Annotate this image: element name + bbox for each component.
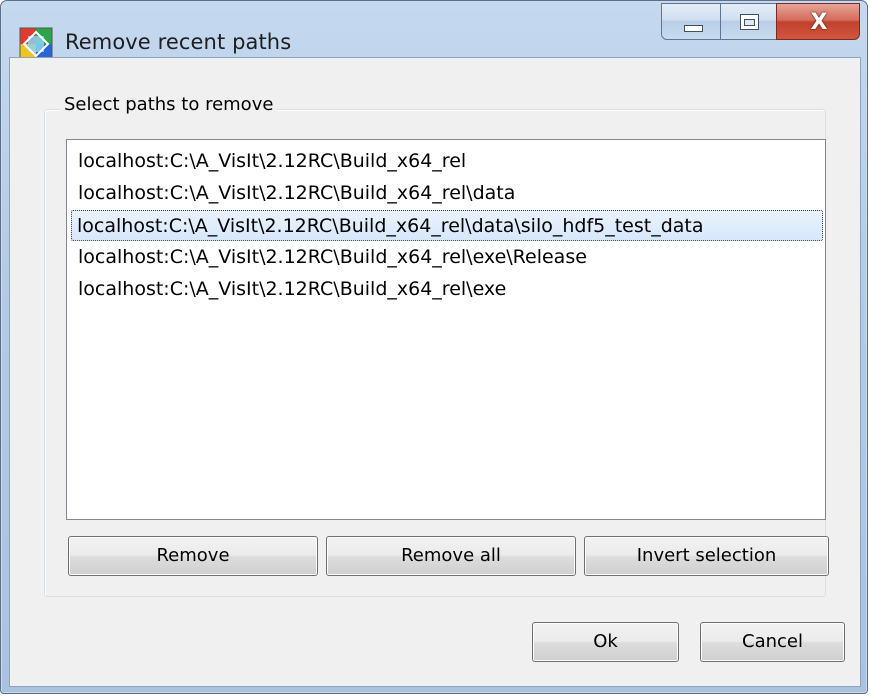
window-title: Remove recent paths bbox=[65, 30, 292, 54]
list-item[interactable]: localhost:C:\A_VisIt\2.12RC\Build_x64_re… bbox=[73, 146, 471, 177]
maximize-icon bbox=[740, 14, 759, 30]
dialog-window: Remove recent paths X Select paths to re… bbox=[0, 0, 868, 694]
ok-button[interactable]: Ok bbox=[532, 622, 679, 662]
maximize-button[interactable] bbox=[720, 3, 777, 40]
paths-list[interactable]: localhost:C:\A_VisIt\2.12RC\Build_x64_re… bbox=[66, 139, 826, 520]
dialog-client-area: Select paths to remove localhost:C:\A_Vi… bbox=[9, 57, 861, 687]
visit-app-icon bbox=[19, 27, 53, 61]
cancel-button[interactable]: Cancel bbox=[700, 622, 845, 662]
remove-button[interactable]: Remove bbox=[68, 536, 318, 576]
invert-selection-button[interactable]: Invert selection bbox=[584, 536, 829, 576]
close-button[interactable]: X bbox=[776, 3, 860, 40]
minimize-icon bbox=[684, 25, 703, 32]
list-item[interactable]: localhost:C:\A_VisIt\2.12RC\Build_x64_re… bbox=[73, 274, 511, 305]
close-icon: X bbox=[810, 10, 828, 35]
minimize-button[interactable] bbox=[661, 3, 721, 40]
remove-all-button[interactable]: Remove all bbox=[326, 536, 576, 576]
list-item[interactable]: localhost:C:\A_VisIt\2.12RC\Build_x64_re… bbox=[73, 178, 520, 209]
title-bar[interactable]: Remove recent paths X bbox=[1, 1, 867, 61]
caption-buttons: X bbox=[661, 3, 861, 43]
group-label: Select paths to remove bbox=[60, 94, 278, 115]
list-item-selected[interactable]: localhost:C:\A_VisIt\2.12RC\Build_x64_re… bbox=[71, 210, 823, 241]
list-item[interactable]: localhost:C:\A_VisIt\2.12RC\Build_x64_re… bbox=[73, 242, 592, 273]
